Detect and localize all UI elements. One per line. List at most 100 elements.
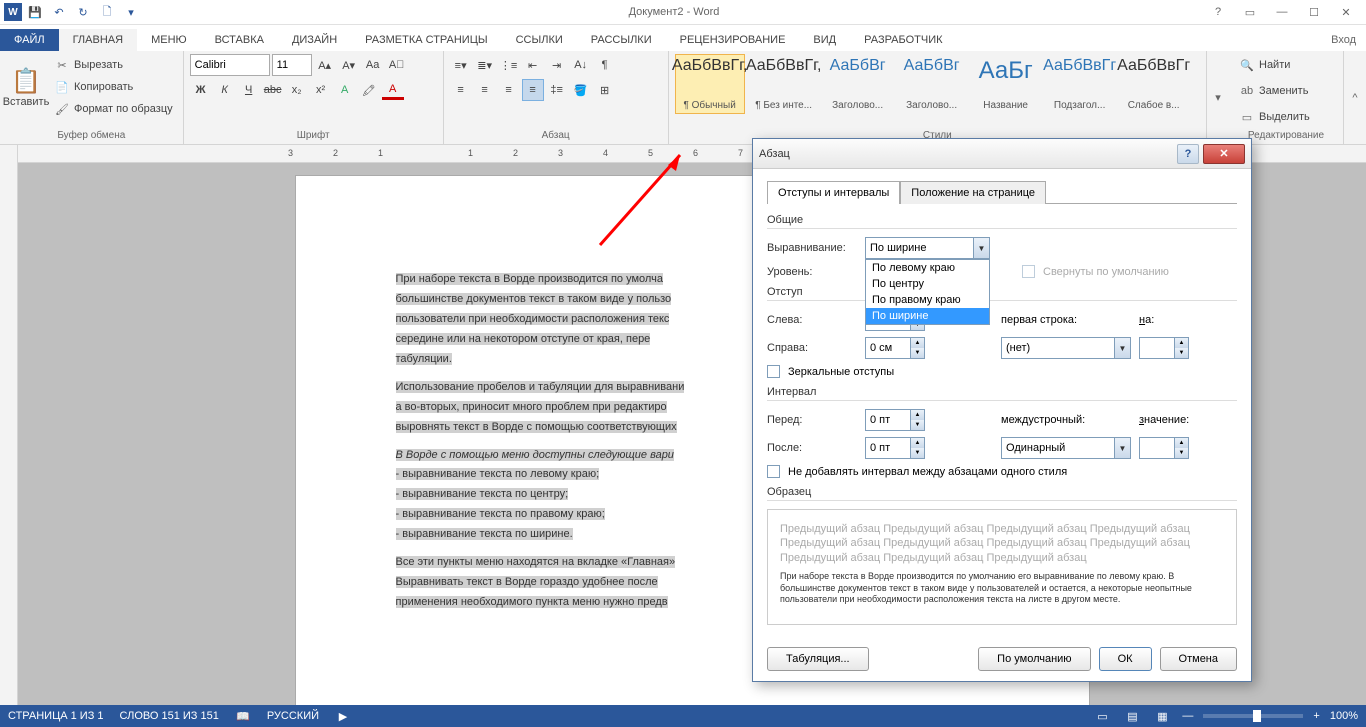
undo-icon[interactable]: ↶	[48, 1, 70, 23]
style-item-2[interactable]: АаБбВгЗаголово...	[823, 54, 893, 114]
zoom-slider[interactable]	[1203, 714, 1303, 718]
tab-line-breaks[interactable]: Положение на странице	[900, 181, 1046, 204]
show-marks-icon[interactable]: ¶	[594, 54, 616, 76]
sort-icon[interactable]: A↓	[570, 54, 592, 76]
tab-file[interactable]: ФАЙЛ	[0, 29, 59, 51]
tab-layout[interactable]: РАЗМЕТКА СТРАНИЦЫ	[351, 29, 501, 51]
align-center-icon[interactable]: ≡	[474, 79, 496, 101]
collapse-ribbon-icon[interactable]: ^	[1344, 51, 1366, 144]
style-item-0[interactable]: АаБбВвГг,¶ Обычный	[675, 54, 745, 114]
paste-button[interactable]: 📋 Вставить	[6, 54, 46, 120]
style-item-3[interactable]: АаБбВгЗаголово...	[897, 54, 967, 114]
zoom-out-icon[interactable]: —	[1182, 710, 1193, 722]
after-spinner[interactable]: 0 пт▲▼	[865, 437, 925, 459]
redo-icon[interactable]: ↻	[72, 1, 94, 23]
help-icon[interactable]: ?	[1206, 2, 1230, 22]
tab-references[interactable]: ССЫЛКИ	[502, 29, 577, 51]
increase-indent-icon[interactable]: ⇥	[546, 54, 568, 76]
read-mode-icon[interactable]: ▭	[1092, 708, 1112, 724]
print-layout-icon[interactable]: ▤	[1122, 708, 1142, 724]
ok-button[interactable]: ОК	[1099, 647, 1152, 671]
no-space-checkbox[interactable]	[767, 465, 780, 478]
alignment-combo[interactable]: По ширине ▼ По левому краюПо центруПо пр…	[865, 237, 990, 259]
format-painter-button[interactable]: 🖌Формат по образцу	[50, 98, 177, 120]
line-spacing-value-spinner[interactable]: ▲▼	[1139, 437, 1189, 459]
font-family-combo[interactable]: Calibri	[190, 54, 270, 76]
highlight-icon[interactable]: 🖍	[358, 79, 380, 101]
sign-in-label[interactable]: Вход	[1321, 29, 1366, 51]
justify-icon[interactable]: ≡	[522, 79, 544, 101]
zoom-in-icon[interactable]: +	[1313, 710, 1319, 722]
combo-arrow-icon[interactable]: ▼	[973, 238, 989, 258]
strikethrough-icon[interactable]: abc	[262, 79, 284, 101]
select-button[interactable]: ▭Выделить	[1235, 106, 1337, 128]
borders-icon[interactable]: ⊞	[594, 79, 616, 101]
qat-dropdown-icon[interactable]: ▾	[120, 1, 142, 23]
align-left-icon[interactable]: ≡	[450, 79, 472, 101]
first-line-by-spinner[interactable]: ▲▼	[1139, 337, 1189, 359]
ribbon-display-icon[interactable]: ▭	[1238, 2, 1262, 22]
tab-design[interactable]: ДИЗАЙН	[278, 29, 351, 51]
font-color-icon[interactable]: A	[382, 80, 404, 100]
zoom-level[interactable]: 100%	[1330, 710, 1358, 722]
shading-icon[interactable]: 🪣	[570, 79, 592, 101]
find-button[interactable]: 🔍Найти	[1235, 54, 1337, 76]
mirror-indents-checkbox[interactable]	[767, 365, 780, 378]
style-item-5[interactable]: АаБбВвГгПодзагол...	[1045, 54, 1115, 114]
line-spacing-combo[interactable]: Одинарный▼	[1001, 437, 1131, 459]
spelling-icon[interactable]: 📖	[235, 708, 251, 724]
align-right-icon[interactable]: ≡	[498, 79, 520, 101]
tab-indents-spacing[interactable]: Отступы и интервалы	[767, 181, 900, 204]
tab-home[interactable]: ГЛАВНАЯ	[59, 29, 137, 51]
first-line-combo[interactable]: (нет)▼	[1001, 337, 1131, 359]
bullets-icon[interactable]: ≡▾	[450, 54, 472, 76]
alignment-option-0[interactable]: По левому краю	[866, 260, 989, 276]
superscript-icon[interactable]: x²	[310, 79, 332, 101]
tab-mailings[interactable]: РАССЫЛКИ	[577, 29, 666, 51]
new-doc-icon[interactable]: 🗋	[96, 1, 118, 23]
close-icon[interactable]: ✕	[1334, 2, 1358, 22]
tabs-button[interactable]: Табуляция...	[767, 647, 869, 671]
dialog-close-icon[interactable]: ✕	[1203, 144, 1245, 164]
tab-menu[interactable]: Меню	[137, 29, 201, 51]
language-status[interactable]: РУССКИЙ	[267, 710, 319, 722]
word-count[interactable]: СЛОВО 151 ИЗ 151	[120, 710, 219, 722]
page-status[interactable]: СТРАНИЦА 1 ИЗ 1	[8, 710, 104, 722]
dialog-titlebar[interactable]: Абзац ? ✕	[753, 139, 1251, 169]
cancel-button[interactable]: Отмена	[1160, 647, 1237, 671]
style-item-6[interactable]: АаБбВвГгСлабое в...	[1119, 54, 1189, 114]
styles-more-icon[interactable]: ▾	[1207, 51, 1229, 144]
save-icon[interactable]: 💾	[24, 1, 46, 23]
numbering-icon[interactable]: ≣▾	[474, 54, 496, 76]
alignment-option-1[interactable]: По центру	[866, 276, 989, 292]
tab-insert[interactable]: ВСТАВКА	[201, 29, 278, 51]
font-size-combo[interactable]: 11	[272, 54, 312, 76]
collapsed-checkbox[interactable]	[1022, 265, 1035, 278]
change-case-icon[interactable]: Aa	[362, 54, 384, 76]
decrease-font-icon[interactable]: A▾	[338, 54, 360, 76]
indent-right-spinner[interactable]: 0 см▲▼	[865, 337, 925, 359]
style-item-4[interactable]: АаБгНазвание	[971, 54, 1041, 114]
bold-icon[interactable]: Ж	[190, 79, 212, 101]
subscript-icon[interactable]: x₂	[286, 79, 308, 101]
alignment-option-3[interactable]: По ширине	[866, 308, 989, 324]
tab-review[interactable]: РЕЦЕНЗИРОВАНИЕ	[666, 29, 800, 51]
text-effects-icon[interactable]: A	[334, 79, 356, 101]
tab-developer[interactable]: РАЗРАБОТЧИК	[850, 29, 956, 51]
increase-font-icon[interactable]: A▴	[314, 54, 336, 76]
alignment-option-2[interactable]: По правому краю	[866, 292, 989, 308]
tab-view[interactable]: ВИД	[799, 29, 850, 51]
maximize-icon[interactable]: ☐	[1302, 2, 1326, 22]
minimize-icon[interactable]: —	[1270, 2, 1294, 22]
default-button[interactable]: По умолчанию	[978, 647, 1090, 671]
cut-button[interactable]: ✂Вырезать	[50, 54, 177, 76]
underline-icon[interactable]: Ч	[238, 79, 260, 101]
style-item-1[interactable]: АаБбВвГг,¶ Без инте...	[749, 54, 819, 114]
copy-button[interactable]: 📄Копировать	[50, 76, 177, 98]
before-spinner[interactable]: 0 пт▲▼	[865, 409, 925, 431]
multilevel-icon[interactable]: ⋮≡	[498, 54, 520, 76]
line-spacing-icon[interactable]: ‡≡	[546, 79, 568, 101]
replace-button[interactable]: abЗаменить	[1235, 80, 1337, 102]
italic-icon[interactable]: К	[214, 79, 236, 101]
dialog-help-icon[interactable]: ?	[1177, 144, 1199, 164]
